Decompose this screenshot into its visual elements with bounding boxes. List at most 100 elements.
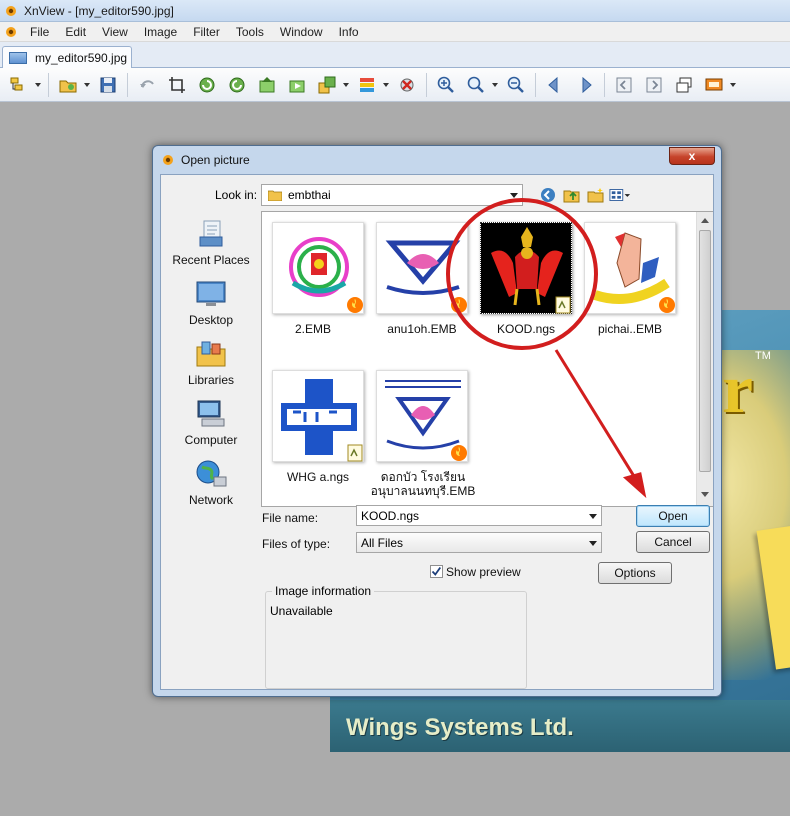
- file-type-label: Files of type:: [262, 537, 331, 551]
- page-next-icon[interactable]: [642, 73, 666, 97]
- slideshow-icon[interactable]: [702, 73, 726, 97]
- browser-icon[interactable]: [7, 73, 31, 97]
- chevron-down-icon[interactable]: [589, 541, 597, 546]
- menu-filter[interactable]: Filter: [185, 22, 228, 42]
- place-desktop[interactable]: Desktop: [165, 279, 257, 337]
- view-menu-icon[interactable]: [609, 185, 631, 205]
- color-dropdown[interactable]: [382, 73, 390, 97]
- emb-flame-icon: [450, 444, 468, 462]
- place-recent-places[interactable]: Recent Places: [165, 219, 257, 277]
- up-folder-icon[interactable]: [561, 185, 583, 205]
- logo-letter: r: [722, 351, 754, 428]
- file-name-label: pichai..EMB: [597, 322, 663, 336]
- zoom-1to1-icon[interactable]: [464, 73, 488, 97]
- scrollbar-thumb[interactable]: [699, 230, 711, 472]
- page-prev-icon[interactable]: [612, 73, 636, 97]
- menu-edit[interactable]: Edit: [57, 22, 94, 42]
- cancel-button[interactable]: Cancel: [636, 531, 710, 553]
- file-type-value: All Files: [361, 535, 404, 550]
- ngs-file-icon: [346, 444, 364, 462]
- open-picture-dialog: Open picture x Look in: embthai Recent P…: [152, 145, 722, 697]
- place-label: Computer: [184, 433, 238, 447]
- menu-view[interactable]: View: [94, 22, 136, 42]
- menu-bar: File Edit View Image Filter Tools Window…: [0, 22, 790, 42]
- file-list: 2.EMB anu1oh.EMB KOOD.ngs pichai..EMB WH…: [261, 211, 713, 507]
- file-name-label: KOOD.ngs: [496, 322, 556, 336]
- trademark-mark: TM: [755, 350, 771, 362]
- look-in-combo[interactable]: embthai: [261, 184, 523, 206]
- menu-info[interactable]: Info: [331, 22, 367, 42]
- rotate-left-icon[interactable]: [195, 73, 219, 97]
- file-list-scrollbar[interactable]: [696, 212, 713, 506]
- save-icon[interactable]: [96, 73, 120, 97]
- back-icon[interactable]: [537, 185, 559, 205]
- undo-icon[interactable]: [135, 73, 159, 97]
- main-toolbar: [0, 68, 790, 102]
- xnview-logo-icon: [4, 4, 18, 18]
- file-name-label: 2.EMB: [294, 322, 331, 336]
- place-network[interactable]: Network: [165, 459, 257, 517]
- computer-icon: [194, 399, 228, 429]
- show-preview-checkbox[interactable]: [430, 565, 443, 578]
- file-name-value: KOOD.ngs: [361, 508, 420, 523]
- forward-arrow-icon[interactable]: [573, 73, 597, 97]
- dialog-title-bar[interactable]: Open picture: [153, 146, 721, 174]
- app-title-bar: XnView - [my_editor590.jpg]: [0, 0, 790, 22]
- rotate-right-icon[interactable]: [225, 73, 249, 97]
- options-button[interactable]: Options: [598, 562, 672, 584]
- image-information-value: Unavailable: [270, 604, 333, 618]
- settings-icon[interactable]: [395, 73, 419, 97]
- chevron-down-icon[interactable]: [589, 514, 597, 519]
- color-adjust-icon[interactable]: [355, 73, 379, 97]
- image-file-icon: [9, 51, 27, 64]
- open-dropdown[interactable]: [83, 73, 91, 97]
- close-icon: x: [688, 149, 696, 163]
- navigation-buttons: [537, 185, 633, 205]
- dialog-title: Open picture: [181, 153, 250, 167]
- open-folder-icon[interactable]: [56, 73, 80, 97]
- back-arrow-icon[interactable]: [543, 73, 567, 97]
- desktop-icon: [194, 279, 228, 309]
- prev-image-icon[interactable]: [255, 73, 279, 97]
- places-bar: Recent Places Desktop Libraries Computer: [165, 215, 257, 575]
- menu-tools[interactable]: Tools: [228, 22, 272, 42]
- zoom-out-icon[interactable]: [504, 73, 528, 97]
- emb-flame-icon: [450, 296, 468, 314]
- zoom-dropdown[interactable]: [491, 73, 499, 97]
- browser-dropdown[interactable]: [34, 73, 42, 97]
- menu-window[interactable]: Window: [272, 22, 331, 42]
- file-type-select[interactable]: All Files: [356, 532, 602, 553]
- place-label: Network: [188, 493, 233, 507]
- scroll-up-icon[interactable]: [701, 218, 709, 223]
- look-in-label: Look in:: [215, 188, 258, 202]
- crop-icon[interactable]: [165, 73, 189, 97]
- close-button[interactable]: x: [669, 147, 715, 165]
- new-folder-icon[interactable]: [585, 185, 607, 205]
- dialog-body: Look in: embthai Recent Places Desktop L…: [160, 174, 714, 690]
- emb-flame-icon: [346, 296, 364, 314]
- slideshow-dropdown[interactable]: [729, 73, 737, 97]
- footer-company-text: Wings Systems Ltd.: [346, 714, 574, 741]
- place-computer[interactable]: Computer: [165, 399, 257, 457]
- menu-file[interactable]: File: [22, 22, 57, 42]
- recent-places-icon: [194, 219, 228, 249]
- checkmark-icon: [431, 566, 442, 576]
- folder-icon: [267, 189, 283, 202]
- xnview-dialog-icon: [161, 153, 175, 167]
- window-icon[interactable]: [672, 73, 696, 97]
- next-image-icon[interactable]: [285, 73, 309, 97]
- resize-dropdown[interactable]: [342, 73, 350, 97]
- zoom-in-icon[interactable]: [434, 73, 458, 97]
- emb-flame-icon: [658, 296, 676, 314]
- place-label: Desktop: [188, 313, 234, 327]
- resize-icon[interactable]: [315, 73, 339, 97]
- file-name-label-text: File name:: [262, 511, 319, 525]
- menu-image[interactable]: Image: [136, 22, 185, 42]
- tab-my-editor590[interactable]: my_editor590.jpg: [2, 46, 132, 68]
- place-libraries[interactable]: Libraries: [165, 339, 257, 397]
- show-preview-label[interactable]: Show preview: [446, 565, 521, 579]
- xnview-menu-icon[interactable]: [4, 25, 18, 39]
- file-name-input[interactable]: KOOD.ngs: [356, 505, 602, 526]
- scroll-down-icon[interactable]: [701, 492, 709, 497]
- open-button[interactable]: Open: [636, 505, 710, 527]
